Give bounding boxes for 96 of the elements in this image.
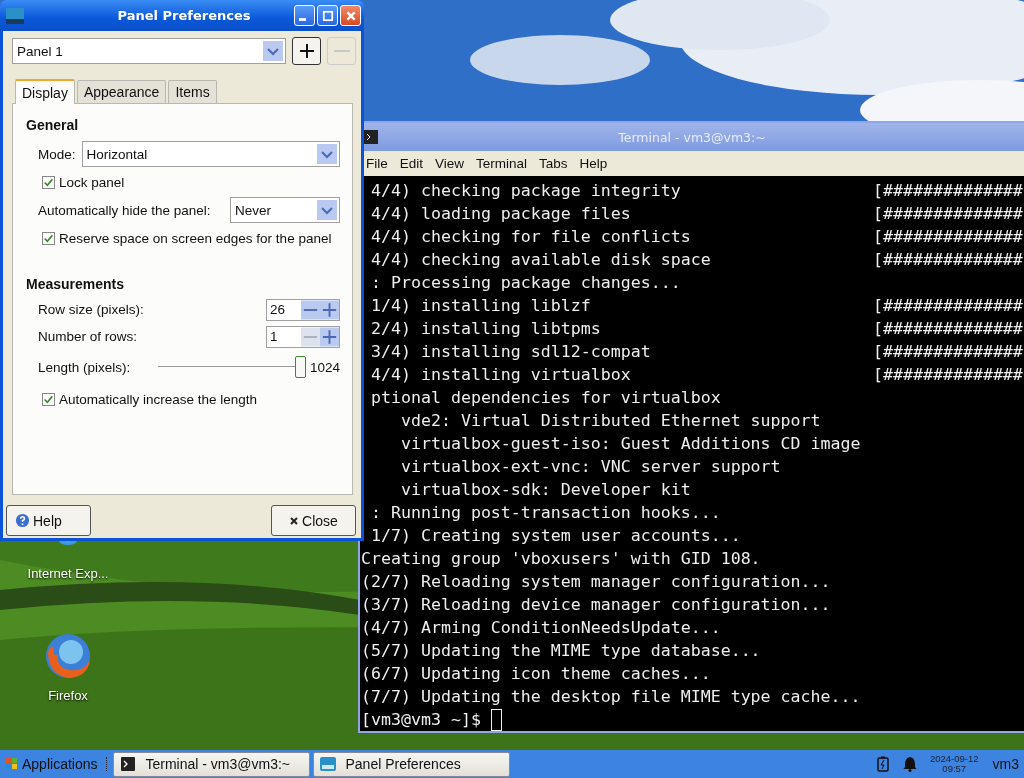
terminal-line: (3/7) Reloading device manager configuration... xyxy=(361,595,831,614)
slider-thumb[interactable] xyxy=(294,356,306,378)
window-title: Terminal - vm3@vm3:~ xyxy=(617,129,767,145)
terminal-line: 4/4) installing virtualbox xyxy=(370,365,631,384)
tab[interactable]: Display xyxy=(15,79,75,104)
terminal-line: Creating group 'vboxusers' with GID 108. xyxy=(361,549,761,568)
desktop-icon-label[interactable]: Firefox xyxy=(48,688,88,703)
terminal-line: vde2: Virtual Distributed Ethernet support xyxy=(399,411,821,430)
progress-text: [############## xyxy=(873,181,1023,200)
minus-icon xyxy=(333,50,350,52)
terminal-line: : Running post-transaction hooks... xyxy=(370,503,721,522)
terminal-line: 1/7) Creating system user accounts... xyxy=(370,526,741,545)
text-cursor xyxy=(490,708,502,731)
menu-item[interactable]: File xyxy=(366,156,388,171)
maximize-button[interactable] xyxy=(317,5,338,26)
terminal-line: (5/7) Updating the MIME type database... xyxy=(361,641,761,660)
terminal-line: (2/7) Reloading system manager configuration... xyxy=(361,572,831,591)
terminal-line: 4/4) loading package files xyxy=(370,204,631,223)
desktop-icon-label[interactable]: Internet Exp... xyxy=(27,566,109,581)
spin-field[interactable]: 1 xyxy=(266,325,340,348)
mode-dropdown[interactable]: Horizontal xyxy=(81,141,340,167)
clock-date[interactable]: 2024-09-12 xyxy=(929,754,979,764)
increase-button[interactable] xyxy=(320,326,339,347)
close-icon xyxy=(344,9,357,22)
increase-button[interactable] xyxy=(320,299,339,320)
prompt: [vm3@vm3 ~]$ xyxy=(361,710,481,729)
close-button[interactable]: Close xyxy=(271,505,356,536)
progress-text: [############## xyxy=(873,365,1023,384)
tab[interactable]: Items xyxy=(168,80,217,103)
terminal-line: virtualbox-guest-iso: Guest Additions CD image xyxy=(399,434,861,453)
window-icon xyxy=(319,757,336,771)
field-label: Mode: xyxy=(38,146,76,162)
slider-value: 1024 xyxy=(309,359,340,375)
field-label: Row size (pixels): xyxy=(38,302,144,317)
terminal-line: 3/4) installing sdl12-compat xyxy=(370,342,651,361)
help-button[interactable]: Help xyxy=(6,505,91,536)
taskbar-button[interactable]: Terminal - vm3@vm3:~ xyxy=(112,751,310,777)
taskbar-button[interactable]: Panel Preferences xyxy=(312,751,510,777)
progress-text: [############## xyxy=(873,319,1023,338)
menu-item[interactable]: View xyxy=(435,156,465,171)
terminal-line: 4/4) checking package integrity xyxy=(370,181,681,200)
reserve-space-checkbox[interactable]: Reserve space on screen edges for the panel xyxy=(26,225,340,251)
battery-icon[interactable] xyxy=(875,756,890,772)
user-name[interactable]: vm3 xyxy=(992,756,1019,772)
progress-text: [############## xyxy=(873,204,1023,223)
auto-increase-checkbox[interactable]: Automatically increase the length xyxy=(26,386,340,412)
clock-time[interactable]: 09:57 xyxy=(942,764,967,774)
window-title: Panel Preferences xyxy=(116,8,252,23)
terminal-line: (6/7) Updating icon theme caches... xyxy=(361,664,711,683)
menu-item[interactable]: Terminal xyxy=(476,156,528,171)
close-button[interactable] xyxy=(340,5,361,26)
progress-text: [############## xyxy=(873,296,1023,315)
terminal-line: (7/7) Updating the desktop file MIME type cache... xyxy=(361,687,861,706)
terminal-line: : Processing package changes... xyxy=(370,273,681,292)
section-heading: Measurements xyxy=(26,276,126,292)
panel-icon xyxy=(6,7,24,24)
menu-item[interactable]: Edit xyxy=(399,156,424,171)
checkmark-icon xyxy=(43,393,54,405)
menu-item[interactable]: Tabs xyxy=(539,156,568,171)
fox-globe-icon[interactable] xyxy=(44,632,92,680)
terminal-line: 1/4) installing liblzf xyxy=(370,296,591,315)
progress-text: [############## xyxy=(873,342,1023,361)
help-icon xyxy=(15,513,30,528)
bell-icon[interactable] xyxy=(902,756,917,772)
app-menu-icon xyxy=(6,758,18,770)
add-button[interactable] xyxy=(292,37,322,65)
close-icon xyxy=(289,515,300,526)
field-label: Length (pixels): xyxy=(38,359,131,375)
field-label: Automatically hide the panel: xyxy=(38,202,211,218)
checkmark-icon xyxy=(43,176,54,188)
progress-text: [############## xyxy=(873,227,1023,246)
minimize-icon xyxy=(299,18,306,21)
terminal-icon xyxy=(364,130,378,144)
terminal-line: 4/4) checking available disk space xyxy=(370,250,711,269)
spin-field[interactable]: 26 xyxy=(266,298,340,321)
terminal-line: ptional dependencies for virtualbox xyxy=(370,388,721,407)
plus-icon xyxy=(298,43,315,59)
terminal-line: 2/4) installing libtpms xyxy=(370,319,601,338)
checkmark-icon xyxy=(43,232,54,244)
terminal-line: (4/7) Arming ConditionNeedsUpdate... xyxy=(361,618,721,637)
lock-panel-checkbox[interactable]: Lock panel xyxy=(26,169,340,195)
terminal-line: virtualbox-sdk: Developer kit xyxy=(399,480,691,499)
maximize-icon xyxy=(321,9,334,22)
terminal-icon xyxy=(119,757,136,771)
minimize-button[interactable] xyxy=(294,5,315,26)
section-heading: General xyxy=(26,117,80,133)
decrease-button[interactable] xyxy=(301,299,320,320)
terminal-line: virtualbox-ext-vnc: VNC server support xyxy=(399,457,781,476)
progress-text: [############## xyxy=(873,250,1023,269)
tab[interactable]: Appearance xyxy=(76,80,167,103)
panel-dropdown[interactable]: Panel 1 xyxy=(12,38,287,64)
field-label: Number of rows: xyxy=(38,329,138,344)
applications-menu-button[interactable]: Applications xyxy=(0,751,102,777)
terminal-line: 4/4) checking for file conflicts xyxy=(370,227,691,246)
menu-item[interactable]: Help xyxy=(579,156,608,171)
autohide-dropdown[interactable]: Never xyxy=(230,197,340,223)
